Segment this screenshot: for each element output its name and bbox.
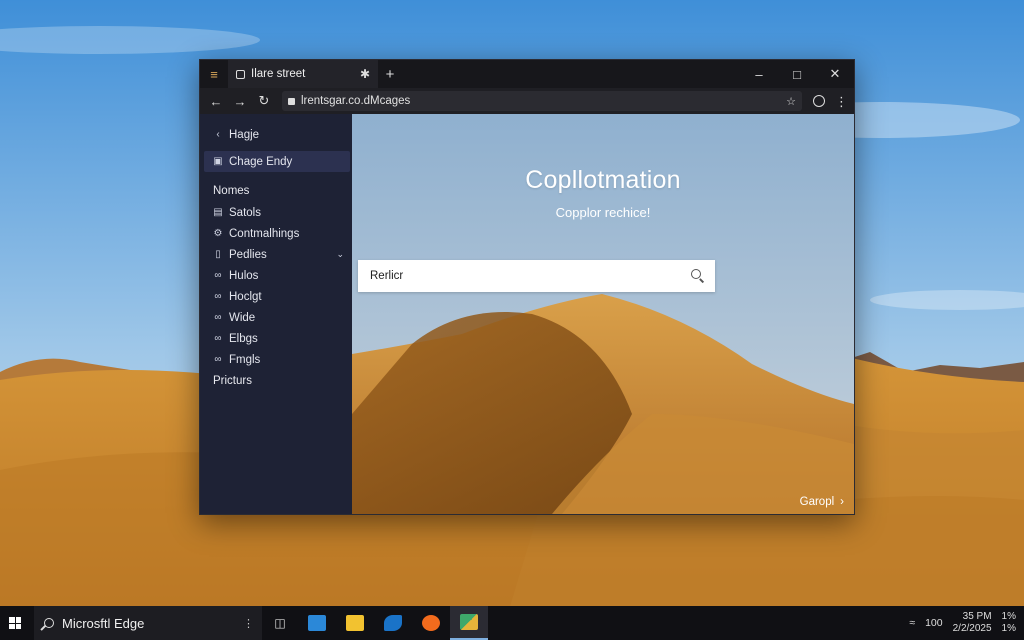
taskbar-app-file-explorer[interactable] [336,606,374,640]
cube-icon: ▣ [213,156,223,167]
clock-time: 35 PM [962,611,992,622]
sidebar-item[interactable]: ∞ Elbgs [200,328,352,349]
folder-icon [346,615,364,631]
taskbar-app-edge[interactable] [298,606,336,640]
sidebar-item-label: Fmgls [229,353,261,366]
new-tab-button[interactable]: + [378,66,402,83]
sidebar-back-button[interactable]: ‹ Hagje [200,124,352,145]
sidebar-section-header[interactable]: Pricturs [200,370,352,392]
chevron-down-icon[interactable]: ⌄ [336,249,344,260]
clock-date: 2/2/2025 [952,623,992,634]
search-icon[interactable] [691,269,705,283]
sidebar-section-header: Nomes [213,185,250,197]
corner-link-label: Garopl [799,496,835,508]
search-input[interactable] [368,269,691,283]
back-icon[interactable]: ← [204,94,228,109]
tray-number[interactable]: 100 [925,617,943,629]
menu-icon[interactable]: ≡ [200,60,228,88]
sidebar-item[interactable]: ∞ Hoclgt [200,286,352,307]
favorite-star-icon[interactable]: ☆ [786,95,796,108]
sidebar-item[interactable]: ∞ Wide [200,307,352,328]
taskbar-search-text: Microsftl Edge [62,615,145,631]
task-view-icon[interactable]: ◫ [262,606,298,640]
browser-window: ≡ Ilare street ✱ + – □ ✕ ← → ↻ lrentsgar… [199,59,855,515]
notification-top: 1% [1001,611,1016,622]
notification-area[interactable]: 1% 1% [1002,611,1016,635]
notification-bottom: 1% [1001,623,1016,634]
sidebar-item-label: Hoclgt [229,290,262,303]
photos-icon [460,614,478,630]
network-icon[interactable]: ≈ [909,617,915,629]
profile-icon[interactable] [813,95,825,107]
link-icon: ∞ [214,291,222,302]
sidebar-item-label: Contmalhings [229,227,300,240]
minimize-button[interactable]: – [740,60,778,88]
tab-title: Ilare street [251,68,306,80]
title-bar: ≡ Ilare street ✱ + – □ ✕ [200,60,854,88]
close-button[interactable]: ✕ [816,60,854,88]
sidebar-item[interactable]: ∞ Fmgls [200,349,352,370]
settings-icon: ⚙ [213,228,223,239]
sidebar-item[interactable]: ⚙ Contmalhings [200,223,352,244]
link-icon: ∞ [214,333,222,344]
link-icon: ∞ [214,270,222,281]
sidebar-item-active[interactable]: ▣ Chage Endy [204,151,350,172]
page-subheadline: Copplor rechice! [555,205,651,220]
tab-favicon-icon [236,69,245,79]
page-headline: Copllotmation [525,166,681,194]
document-icon: ▯ [215,249,221,260]
search-icon [44,618,54,628]
maximize-button[interactable]: □ [778,60,816,88]
lock-icon [288,97,295,105]
sidebar-item-label: Chage Endy [229,155,293,168]
microphone-icon[interactable]: ⋮ [243,617,254,630]
clock[interactable]: 35 PM 2/2/2025 [953,611,992,635]
chevron-right-icon: › [840,496,844,508]
sidebar-item-label: Elbgs [229,332,258,345]
more-options-icon[interactable]: ⋮ [835,95,848,108]
forward-icon[interactable]: → [228,94,252,109]
refresh-icon[interactable]: ↻ [252,93,276,109]
taskbar-search[interactable]: Microsftl Edge ⋮ [34,606,262,640]
main-content: Copllotmation Copplor rechice! Garopl › [352,114,854,514]
search-box[interactable] [358,260,715,292]
firefox-icon [422,615,440,631]
sidebar-item-label: Hulos [229,269,259,282]
sidebar-item[interactable]: ▯ Pedlies ⌄ [200,244,352,265]
window-controls: – □ ✕ [740,60,854,88]
chevron-left-icon: ‹ [216,129,220,140]
system-tray: ≈ 100 35 PM 2/2/2025 1% 1% [909,606,1024,640]
url-text: lrentsgar.co.dMcages [301,95,411,107]
edge-icon [308,615,326,631]
sidebar: ‹ Hagje ▣ Chage Endy Nomes ▤ Satols ⚙ Co… [200,114,352,514]
sidebar-item[interactable]: ∞ Hulos [200,265,352,286]
taskbar: Microsftl Edge ⋮ ◫ ≈ 100 35 PM 2/2/2025 … [0,606,1024,640]
corner-link[interactable]: Garopl › [800,496,844,508]
sidebar-item-label: Wide [229,311,256,324]
windows-logo-icon [9,617,21,629]
store-icon [384,615,402,631]
sidebar-item-label: Satols [229,206,261,219]
start-button[interactable] [0,606,30,640]
link-icon: ∞ [214,354,222,365]
sidebar-back-label: Hagje [229,128,260,141]
sidebar-item-label: Pedlies [229,248,267,261]
browser-tab[interactable]: Ilare street ✱ [228,60,378,88]
address-bar[interactable]: lrentsgar.co.dMcages ☆ [282,91,802,111]
list-icon: ▤ [213,207,223,218]
sidebar-item[interactable]: ▤ Satols [200,202,352,223]
link-icon: ∞ [214,312,222,323]
taskbar-app-active[interactable] [450,606,488,640]
taskbar-app-firefox[interactable] [412,606,450,640]
address-toolbar: ← → ↻ lrentsgar.co.dMcages ☆ ⋮ [200,88,854,115]
taskbar-app-store[interactable] [374,606,412,640]
tab-close-icon[interactable]: ✱ [360,67,370,81]
